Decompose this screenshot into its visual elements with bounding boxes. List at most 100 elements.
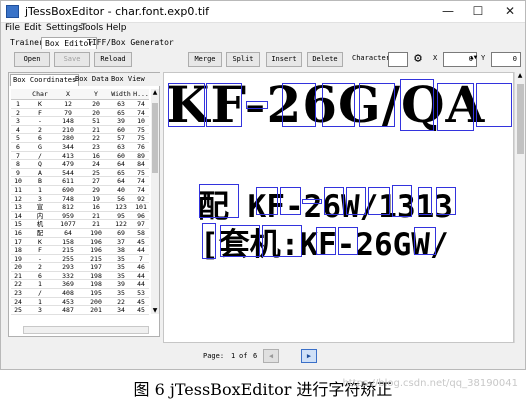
table-cell[interactable]: 3: [28, 195, 52, 204]
table-cell[interactable]: 75: [133, 126, 149, 135]
menu-tools[interactable]: Tools: [81, 23, 103, 33]
char-box[interactable]: [220, 225, 260, 257]
table-cell[interactable]: 75: [133, 169, 149, 178]
table-cell[interactable]: 210: [54, 126, 82, 135]
table-row[interactable]: 25 3 487 201 34 45: [11, 306, 149, 315]
table-cell[interactable]: 25: [84, 169, 108, 178]
table-cell[interactable]: 92: [133, 195, 149, 204]
tab-box-view[interactable]: Box View: [109, 74, 147, 86]
table-row[interactable]: 23/408 195 35 53: [11, 289, 149, 298]
table-cell[interactable]: 宣: [28, 203, 52, 212]
table-cell[interactable]: 60: [110, 152, 132, 161]
table-cell[interactable]: 机: [28, 220, 52, 229]
table-cell[interactable]: 611: [54, 177, 82, 186]
table-row[interactable]: 21 6 332 198 35 44: [11, 272, 149, 281]
table-cell[interactable]: 39: [110, 117, 132, 126]
table-cell[interactable]: 190: [84, 229, 108, 238]
tab-box-data[interactable]: Box Data: [73, 74, 111, 86]
column-header[interactable]: X: [54, 89, 82, 100]
char-box[interactable]: [418, 187, 432, 215]
table-cell[interactable]: 35: [110, 289, 132, 298]
table-vertical-scrollbar[interactable]: ▲ ▼: [151, 89, 159, 314]
menu-settings[interactable]: Settings: [46, 23, 83, 33]
table-row[interactable]: 6 G 344 23 63 76: [11, 143, 149, 152]
table-cell[interactable]: K: [28, 100, 52, 109]
merge-button[interactable]: Merge: [188, 52, 222, 67]
table-cell[interactable]: 195: [84, 289, 108, 298]
table-cell[interactable]: 197: [84, 263, 108, 272]
table-cell[interactable]: 53: [133, 289, 149, 298]
table-cell[interactable]: 24: [84, 160, 108, 169]
table-row[interactable]: 19-255 215 35 7: [11, 255, 149, 264]
table-cell[interactable]: 79: [54, 109, 82, 118]
table-cell[interactable]: 95: [110, 212, 132, 221]
table-cell[interactable]: 6: [28, 272, 52, 281]
delete-button[interactable]: Delete: [307, 52, 343, 67]
table-cell[interactable]: 65: [110, 169, 132, 178]
menu-file[interactable]: File: [5, 23, 20, 33]
table-cell[interactable]: 544: [54, 169, 82, 178]
table-cell[interactable]: 45: [133, 238, 149, 247]
table-row[interactable]: 9 A 544 25 65 75: [11, 169, 149, 178]
table-cell[interactable]: 57: [110, 134, 132, 143]
table-cell[interactable]: /: [28, 152, 52, 161]
char-box[interactable]: [246, 101, 268, 109]
table-cell[interactable]: 40: [110, 186, 132, 195]
reload-button[interactable]: Reload: [94, 52, 132, 67]
table-cell[interactable]: 20: [84, 109, 108, 118]
scroll-up-icon[interactable]: ▲: [515, 72, 525, 79]
table-cell[interactable]: 690: [54, 186, 82, 195]
table-cell[interactable]: 23: [84, 143, 108, 152]
table-row[interactable]: 2 F 79 20 65 74: [11, 109, 149, 118]
table-cell[interactable]: 101: [133, 203, 149, 212]
minimize-icon[interactable]: —: [433, 1, 463, 22]
scroll-up-icon[interactable]: ▲: [151, 89, 159, 96]
column-header[interactable]: Y: [84, 89, 108, 100]
table-cell[interactable]: 21: [11, 272, 25, 281]
table-cell[interactable]: 74: [133, 100, 149, 109]
table-cell[interactable]: 19: [11, 255, 25, 264]
table-cell[interactable]: 4: [11, 126, 25, 135]
table-cell[interactable]: 25: [11, 306, 25, 315]
table-row[interactable]: 13 宣 812 16 123 101: [11, 203, 149, 212]
table-cell[interactable]: 21: [84, 212, 108, 221]
column-header[interactable]: Width: [110, 89, 132, 100]
tab-box-coordinates[interactable]: Box Coordinates: [10, 74, 80, 86]
table-row[interactable]: 24 1 453 200 22 45: [11, 298, 149, 307]
table-cell[interactable]: 27: [84, 177, 108, 186]
char-box[interactable]: [256, 187, 278, 215]
table-cell[interactable]: 74: [133, 186, 149, 195]
table-cell[interactable]: 280: [54, 134, 82, 143]
table-cell[interactable]: 812: [54, 203, 82, 212]
table-cell[interactable]: 65: [110, 109, 132, 118]
char-box[interactable]: [202, 223, 216, 259]
table-cell[interactable]: 200: [84, 298, 108, 307]
table-cell[interactable]: K: [28, 238, 52, 247]
table-cell[interactable]: 63: [110, 100, 132, 109]
menu-edit[interactable]: Edit: [24, 23, 41, 33]
canvas-vertical-scrollbar[interactable]: ▲: [514, 72, 525, 343]
table-cell[interactable]: 23: [11, 289, 25, 298]
table-cell[interactable]: 76: [133, 143, 149, 152]
table-cell[interactable]: 369: [54, 280, 82, 289]
table-cell[interactable]: 198: [84, 272, 108, 281]
char-box[interactable]: [436, 187, 456, 215]
scroll-down-icon[interactable]: ▼: [151, 307, 159, 314]
column-header[interactable]: H...: [133, 89, 149, 100]
char-box[interactable]: [476, 83, 512, 127]
table-cell[interactable]: 16: [11, 229, 25, 238]
gear-icon[interactable]: ⚙: [411, 52, 425, 66]
table-cell[interactable]: 18: [11, 246, 25, 255]
table-cell[interactable]: 10: [133, 117, 149, 126]
table-cell[interactable]: F: [28, 246, 52, 255]
table-cell[interactable]: B: [28, 177, 52, 186]
scroll-thumb[interactable]: [517, 84, 524, 154]
table-cell[interactable]: 2: [28, 126, 52, 135]
table-cell[interactable]: 11: [11, 186, 25, 195]
table-cell[interactable]: 64: [110, 160, 132, 169]
table-cell[interactable]: 5: [11, 134, 25, 143]
table-cell[interactable]: 413: [54, 152, 82, 161]
table-cell[interactable]: 84: [133, 160, 149, 169]
table-cell[interactable]: 24: [11, 298, 25, 307]
table-cell[interactable]: 6: [11, 143, 25, 152]
